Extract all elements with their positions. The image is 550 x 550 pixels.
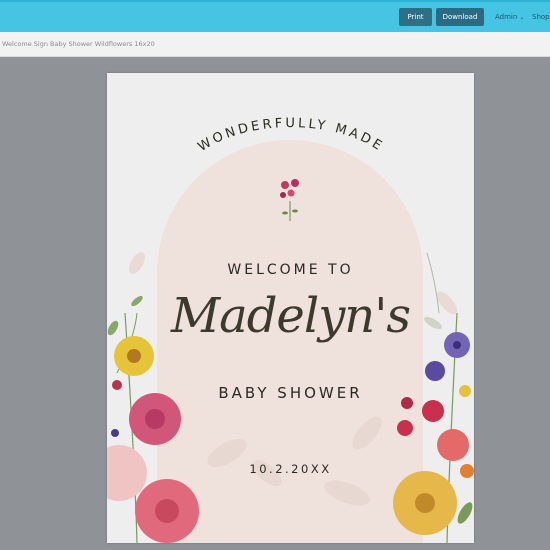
admin-menu[interactable]: Admin ⌄ (495, 8, 524, 26)
event-text: BABY SHOWER (218, 384, 363, 402)
welcome-text: WELCOME TO (227, 262, 354, 278)
header-text: WONDERFULLY MADE (196, 116, 384, 155)
guest-name: Madelyn's (170, 288, 411, 344)
welcome-sign-preview: WONDERFULLY MADE WELCOME TO Madelyn's BA… (107, 73, 474, 543)
download-button[interactable]: Download (436, 8, 484, 26)
document-title: Welcome Sign Baby Shower Wildflowers 16x… (2, 40, 155, 48)
chevron-down-icon: ⌄ (519, 14, 525, 21)
svg-text:WONDERFULLY MADE: WONDERFULLY MADE (196, 116, 387, 155)
document-title-bar: Welcome Sign Baby Shower Wildflowers 16x… (0, 32, 550, 57)
top-toolbar: Print Download Admin ⌄ Shop (0, 0, 550, 32)
arc-header: WONDERFULLY MADE (196, 116, 387, 155)
event-date: 10.2.20XX (249, 462, 332, 476)
admin-menu-label: Admin (495, 13, 518, 21)
print-button[interactable]: Print (399, 8, 432, 26)
shop-link[interactable]: Shop (532, 8, 550, 26)
